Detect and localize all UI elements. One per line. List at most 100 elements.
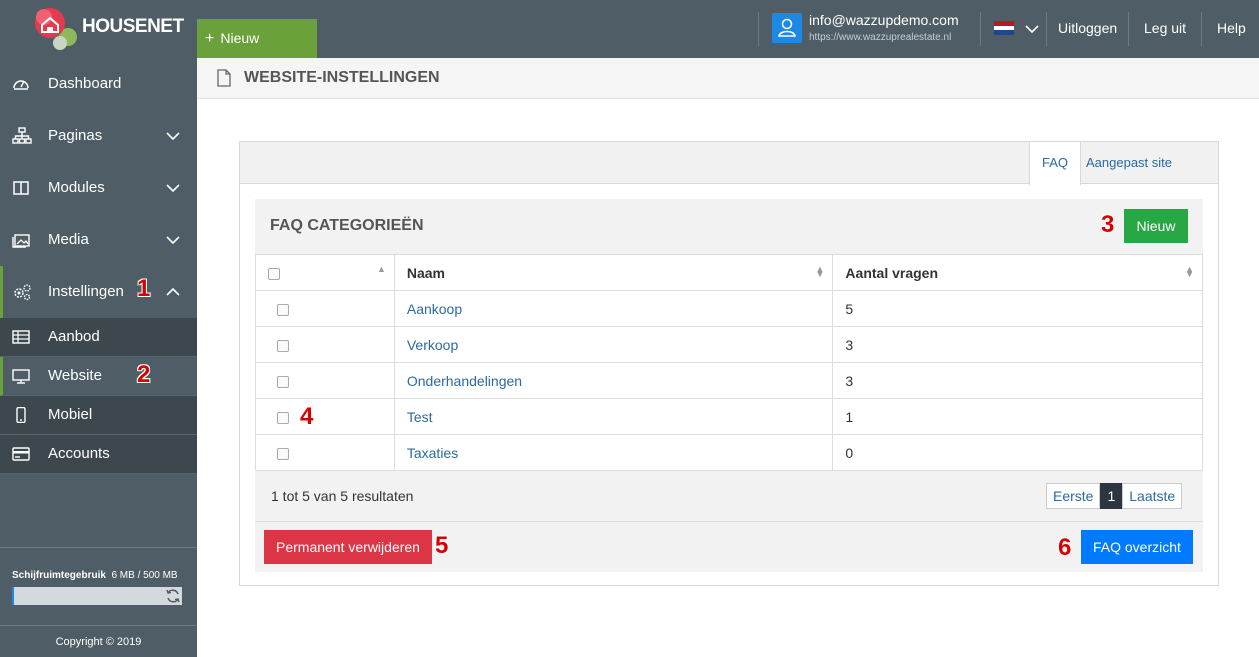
name-cell: Verkoop [393,326,834,363]
sidebar-item-label: Instellingen [48,283,124,300]
sidebar-item-label: Mobiel [48,406,93,423]
sidebar-item-media[interactable]: Media [0,214,197,266]
count-cell: 3 [832,362,1203,399]
user-site[interactable]: https://www.wazzuprealestate.nl [809,32,951,43]
top-bar: HOUSENET + Nieuw info@wazzupdemo.com http… [0,0,1259,58]
disk-usage-bar [12,587,182,605]
delete-permanent-button[interactable]: Permanent verwijderen [264,530,432,564]
card-icon [12,447,30,461]
count-cell: 0 [832,434,1203,471]
sidebar-item-label: Modules [48,179,105,196]
sidebar-item-instellingen[interactable]: Instellingen [0,266,197,318]
page-title: WEBSITE-INSTELLINGEN [244,69,440,86]
category-link[interactable]: Onderhandelingen [407,373,522,389]
category-link[interactable]: Aankoop [407,301,462,317]
row-select-cell [255,362,395,399]
sidebar-subitem-aanbod[interactable]: Aanbod [0,318,197,357]
chevron-down-icon [166,132,180,141]
divider [758,12,759,46]
new-button-top[interactable]: + Nieuw [197,19,317,58]
table-icon [12,330,30,344]
category-link[interactable]: Verkoop [407,337,458,353]
count-cell: 5 [832,290,1203,327]
select-all-header: ▲ [255,254,395,291]
disk-usage-fill [12,587,15,605]
row-checkbox[interactable] [277,303,289,316]
new-category-button[interactable]: Nieuw [1124,209,1188,243]
page-header: WEBSITE-INSTELLINGEN [197,58,1259,99]
table-row: Verkoop 3 [255,326,1203,363]
sidebar-item-dashboard[interactable]: Dashboard [0,58,197,110]
sidebar-item-label: Dashboard [48,75,122,92]
annotation-6: 6 [1058,534,1072,561]
divider [1201,12,1202,46]
file-icon [217,69,231,87]
sidebar-subitem-website[interactable]: Website [0,357,197,396]
mobile-icon [16,407,26,423]
sitemap-icon [12,127,32,144]
page-current[interactable]: 1 [1100,483,1123,509]
faq-overview-button[interactable]: FAQ overzicht [1081,530,1193,564]
name-cell: Taxaties [393,434,834,471]
chevron-down-icon[interactable] [1025,22,1039,36]
page-last[interactable]: Laatste [1122,483,1183,509]
annotation-5: 5 [435,532,449,559]
disk-usage-title: Schijfruimtegebruik [12,570,106,581]
column-header-naam[interactable]: Naam ▲ ▼ [393,254,834,291]
explain-link[interactable]: Leg uit [1144,20,1186,36]
monitor-icon [12,369,30,384]
faq-categories-box: FAQ CATEGORIEËN Nieuw ▲ Naam ▲ ▼ Aantal vr… [255,199,1203,572]
select-all-checkbox[interactable] [268,267,280,280]
help-link[interactable]: Help [1217,20,1246,36]
row-checkbox[interactable] [277,411,289,424]
column-label: Naam [406,264,445,281]
sort-icon[interactable]: ▲ ▼ [816,265,825,279]
dutch-flag-icon[interactable] [994,21,1014,35]
sidebar-subitem-accounts[interactable]: Accounts [0,435,197,474]
result-info: 1 tot 5 van 5 resultaten [271,488,414,504]
disk-usage-value: 6 MB / 500 MB [111,570,178,581]
settings-panel: FAQ Aangepast site script FAQ CATEGORIEË… [239,141,1219,586]
annotation-3: 3 [1101,211,1115,238]
sidebar-item-label: Website [48,367,102,384]
brand-name: HOUSENET [82,16,184,37]
category-link[interactable]: Test [407,409,433,425]
image-icon [12,234,30,248]
table-header-row: ▲ Naam ▲ ▼ Aantal vragen ▲ ▼ [255,254,1203,291]
refresh-icon[interactable] [165,588,181,604]
name-cell: Aankoop [393,290,834,327]
row-select-cell [255,326,395,363]
disk-usage: Schijfruimtegebruik 6 MB / 500 MB [0,547,197,627]
disk-usage-label: Schijfruimtegebruik 6 MB / 500 MB [12,570,178,581]
user-email[interactable]: info@wazzupdemo.com [809,12,959,28]
column-label: Aantal vragen [845,264,939,281]
sidebar-item-label: Media [48,231,89,248]
sidebar-item-label: Aanbod [48,328,100,345]
category-link[interactable]: Taxaties [407,445,458,461]
sort-asc-icon[interactable]: ▲ [377,265,386,274]
row-checkbox[interactable] [277,447,289,460]
sort-icon[interactable]: ▲ ▼ [1185,265,1194,279]
annotation-4: 4 [300,403,314,430]
tab-bar: FAQ Aangepast site script [240,142,1218,212]
divider [980,12,981,46]
logout-link[interactable]: Uitloggen [1058,20,1117,36]
count-cell: 3 [832,326,1203,363]
page-first[interactable]: Eerste [1046,483,1101,509]
tab-custom-script[interactable]: Aangepast site script [1074,142,1218,212]
user-icon[interactable] [772,13,802,43]
table-row: Taxaties 0 [255,434,1203,471]
sidebar-item-paginas[interactable]: Paginas [0,110,197,162]
sidebar: Dashboard Paginas Modules Media Instelli… [0,58,197,657]
chevron-down-icon [166,184,180,193]
logo[interactable]: HOUSENET [30,7,200,51]
count-cell: 1 [832,398,1203,435]
sidebar-item-modules[interactable]: Modules [0,162,197,214]
section-title: FAQ CATEGORIEËN [270,217,424,234]
table-row: Aankoop 5 [255,290,1203,327]
row-checkbox[interactable] [277,339,289,352]
chevron-up-icon [166,287,180,296]
column-header-aantal[interactable]: Aantal vragen ▲ ▼ [832,254,1203,291]
sidebar-subitem-mobiel[interactable]: Mobiel [0,396,197,435]
row-checkbox[interactable] [277,375,289,388]
